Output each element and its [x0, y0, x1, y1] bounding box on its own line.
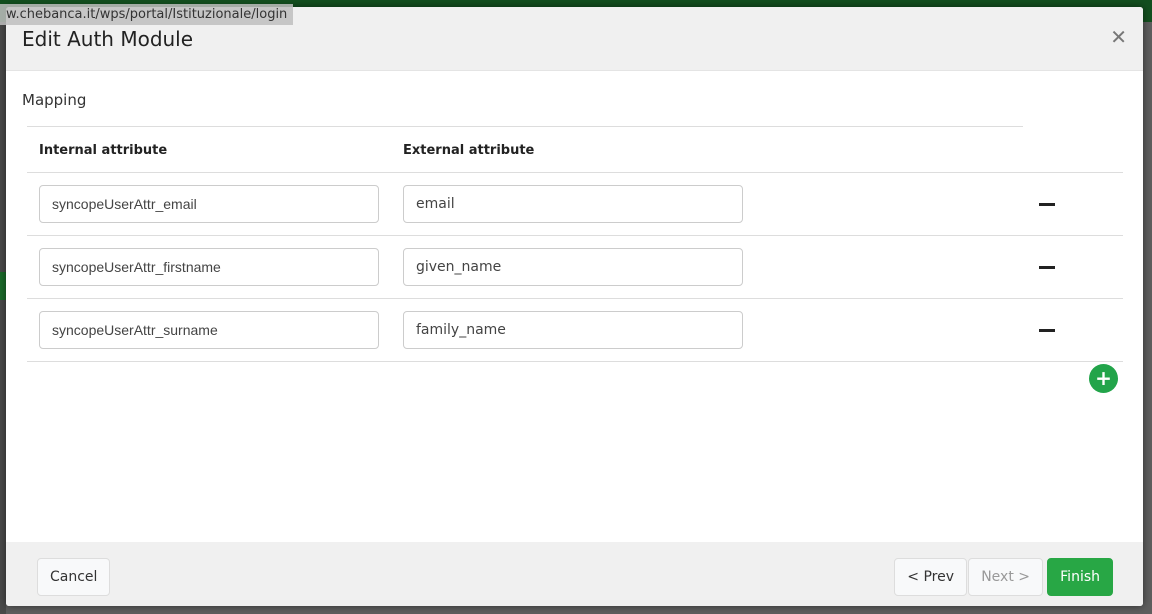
- internal-attribute-input[interactable]: syncopeUserAttr_surname: [39, 311, 379, 349]
- internal-attribute-input[interactable]: syncopeUserAttr_email: [39, 185, 379, 223]
- column-header-internal: Internal attribute: [27, 127, 391, 173]
- mapping-row: syncopeUserAttr_firstname: [27, 235, 1123, 299]
- mapping-row: syncopeUserAttr_email: [27, 172, 1123, 236]
- column-header-external: External attribute: [391, 127, 971, 173]
- internal-attribute-input[interactable]: syncopeUserAttr_firstname: [39, 248, 379, 286]
- remove-mapping-button[interactable]: [1039, 202, 1055, 206]
- modal-footer: Cancel < Prev Next > Finish: [6, 542, 1143, 606]
- finish-button[interactable]: Finish: [1047, 558, 1113, 596]
- prev-button[interactable]: < Prev: [894, 558, 967, 596]
- next-button[interactable]: Next >: [968, 558, 1043, 596]
- cancel-button[interactable]: Cancel: [37, 558, 111, 596]
- remove-mapping-button[interactable]: [1039, 328, 1055, 332]
- external-attribute-input[interactable]: [403, 185, 743, 223]
- mapping-legend: Mapping: [22, 91, 87, 109]
- add-mapping-button[interactable]: +: [1089, 364, 1118, 393]
- close-icon[interactable]: ✕: [1110, 25, 1127, 49]
- mapping-row: syncopeUserAttr_surname: [27, 298, 1123, 362]
- external-attribute-input[interactable]: [403, 311, 743, 349]
- edit-auth-module-dialog: Edit Auth Module ✕ Mapping Internal attr…: [6, 7, 1143, 606]
- external-attribute-input[interactable]: [403, 248, 743, 286]
- remove-mapping-button[interactable]: [1039, 265, 1055, 269]
- mapping-table: Internal attribute External attribute sy…: [27, 127, 1123, 362]
- status-url: w.chebanca.it/wps/portal/Istituzionale/l…: [0, 4, 294, 25]
- modal-body: Mapping Internal attribute External attr…: [6, 71, 1143, 542]
- modal-title: Edit Auth Module: [22, 27, 194, 51]
